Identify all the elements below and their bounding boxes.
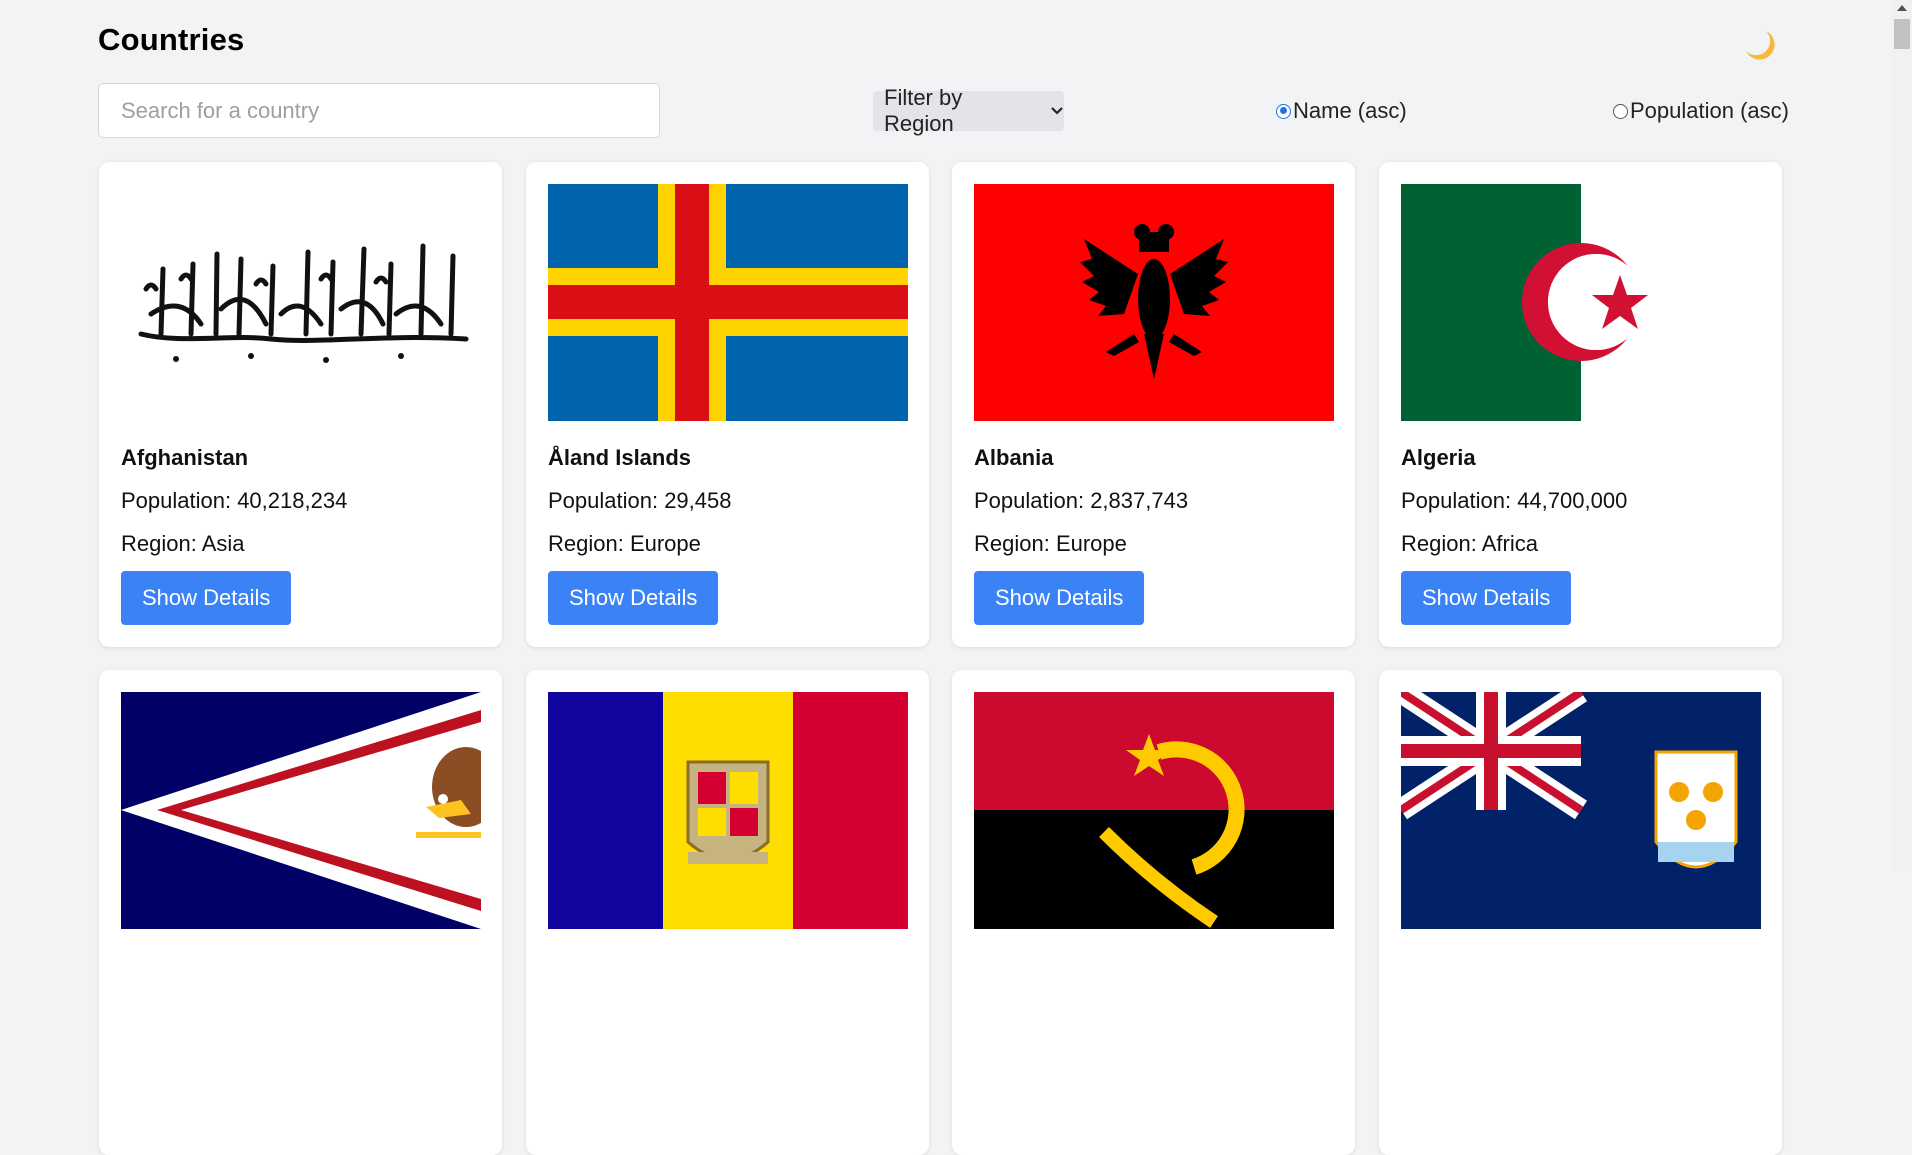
scrollbar-thumb[interactable]: [1894, 19, 1910, 49]
vertical-scrollbar[interactable]: [1892, 0, 1912, 871]
country-region: Region: Europe: [548, 531, 701, 556]
country-card: [952, 670, 1355, 1155]
angola-flag: [974, 692, 1334, 929]
country-name: Afghanistan: [121, 445, 249, 470]
sort-name-asc-radio[interactable]: [1276, 103, 1291, 119]
afghanistan-flag: [121, 184, 481, 421]
sort-name-asc-label: Name (asc): [1293, 98, 1407, 123]
show-details-button[interactable]: Show Details: [974, 571, 1145, 625]
country-population: Population: 40,218,234: [121, 488, 348, 513]
country-region: Region: Africa: [1401, 531, 1538, 556]
country-card: [1379, 670, 1782, 1155]
show-details-button[interactable]: Show Details: [1401, 571, 1572, 625]
country-card: [526, 670, 929, 1155]
sort-name-asc-option[interactable]: Name (asc): [1276, 98, 1407, 124]
country-name: Albania: [974, 445, 1054, 470]
american-samoa-flag: [121, 692, 481, 929]
region-filter-select[interactable]: Filter by Region: [873, 85, 1064, 136]
country-population: Population: 29,458: [548, 488, 732, 513]
aland-islands-flag: [548, 184, 908, 421]
show-details-button[interactable]: Show Details: [121, 571, 292, 625]
country-name: Åland Islands: [548, 445, 692, 470]
country-name: Algeria: [1401, 445, 1476, 470]
country-card: Algeria Population: 44,700,000 Region: A…: [1379, 162, 1782, 647]
show-details-button[interactable]: Show Details: [548, 571, 719, 625]
sort-population-asc-radio[interactable]: [1613, 103, 1628, 119]
scroll-up-arrow-icon[interactable]: [1897, 5, 1907, 11]
sort-population-asc-option[interactable]: Population (asc): [1613, 98, 1789, 124]
country-population: Population: 44,700,000: [1401, 488, 1628, 513]
algeria-flag: [1401, 184, 1761, 421]
andorra-flag: [548, 692, 908, 929]
country-card: [99, 670, 502, 1155]
country-population: Population: 2,837,743: [974, 488, 1189, 513]
sort-population-asc-label: Population (asc): [1630, 98, 1789, 123]
country-card: Albania Population: 2,837,743 Region: Eu…: [952, 162, 1355, 647]
search-input[interactable]: [98, 83, 660, 138]
countries-page: Countries Filter by Region Name (asc) Po…: [0, 0, 1892, 1155]
theme-toggle-button[interactable]: [1740, 26, 1780, 66]
page-title: Countries: [98, 22, 245, 57]
country-region: Region: Asia: [121, 531, 245, 556]
chevron-down-icon: [1051, 107, 1063, 115]
anguilla-flag: [1401, 692, 1761, 929]
country-card: Åland Islands Population: 29,458 Region:…: [526, 162, 929, 647]
country-card: Afghanistan Population: 40,218,234 Regio…: [99, 162, 502, 647]
region-filter-label: Filter by Region: [884, 85, 963, 136]
country-region: Region: Europe: [974, 531, 1127, 556]
crescent-moon-icon: [1746, 31, 1775, 60]
albania-flag: [974, 184, 1334, 421]
